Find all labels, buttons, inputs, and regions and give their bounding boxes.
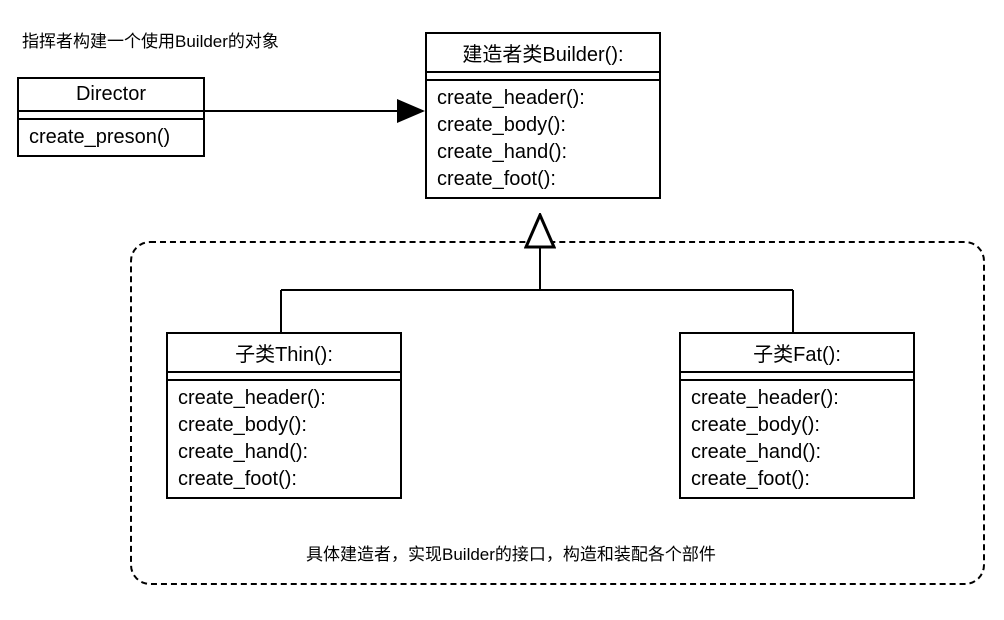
method-item: create_body():	[691, 412, 903, 439]
method-item: create_hand():	[437, 139, 649, 166]
method-item: create_foot():	[178, 466, 390, 493]
annotation-director: 指挥者构建一个使用Builder的对象	[22, 27, 279, 52]
class-fat-methods: create_header(): create_body(): create_h…	[681, 381, 913, 497]
class-director-title: Director	[19, 79, 203, 112]
class-thin-methods: create_header(): create_body(): create_h…	[168, 381, 400, 497]
class-fat: 子类Fat(): create_header(): create_body():…	[679, 332, 915, 499]
class-builder: 建造者类Builder(): create_header(): create_b…	[425, 32, 661, 199]
method-item: create_body():	[437, 112, 649, 139]
class-director: Director create_preson()	[17, 77, 205, 157]
method-item: create_hand():	[691, 439, 903, 466]
class-thin: 子类Thin(): create_header(): create_body()…	[166, 332, 402, 499]
method-item: create_hand():	[178, 439, 390, 466]
method-item: create_header():	[691, 385, 903, 412]
class-director-methods: create_preson()	[19, 120, 203, 155]
class-thin-title: 子类Thin():	[168, 334, 400, 373]
class-thin-spacer	[168, 373, 400, 381]
annotation-concrete: 具体建造者，实现Builder的接口，构造和装配各个部件	[306, 540, 716, 565]
method-item: create_header():	[437, 85, 649, 112]
class-builder-spacer	[427, 73, 659, 81]
class-builder-title: 建造者类Builder():	[427, 34, 659, 73]
method-item: create_header():	[178, 385, 390, 412]
method-item: create_foot():	[691, 466, 903, 493]
class-director-spacer	[19, 112, 203, 120]
method-item: create_preson()	[29, 124, 193, 151]
class-fat-spacer	[681, 373, 913, 381]
method-item: create_foot():	[437, 166, 649, 193]
method-item: create_body():	[178, 412, 390, 439]
class-fat-title: 子类Fat():	[681, 334, 913, 373]
class-builder-methods: create_header(): create_body(): create_h…	[427, 81, 659, 197]
